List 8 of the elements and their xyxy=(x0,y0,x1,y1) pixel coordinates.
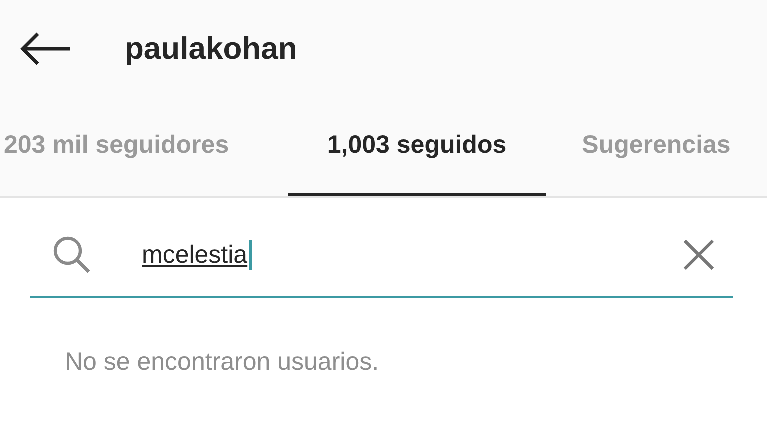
search-field[interactable]: mcelestia xyxy=(30,214,733,298)
back-icon[interactable] xyxy=(20,32,72,66)
tab[interactable]: 1,003 seguidos xyxy=(288,98,546,196)
search-icon xyxy=(52,235,92,275)
close-icon[interactable] xyxy=(683,239,715,271)
empty-message: No se encontraron usuarios. xyxy=(65,348,380,377)
profile-title: paulakohan xyxy=(125,31,298,67)
text-cursor xyxy=(248,240,252,270)
